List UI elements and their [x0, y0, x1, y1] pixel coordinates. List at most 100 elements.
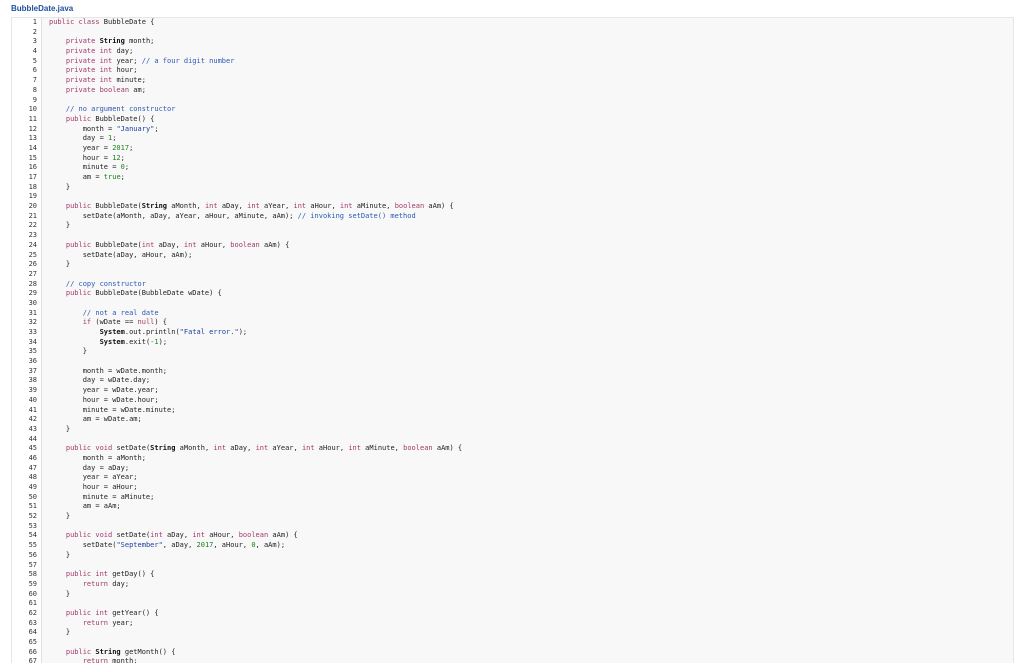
code-text[interactable]: public class BubbleDate { — [49, 18, 154, 28]
code-text[interactable]: setDate(aMonth, aDay, aYear, aHour, aMin… — [49, 212, 416, 222]
code-text[interactable]: public int getYear() { — [49, 609, 159, 619]
code-token: System — [99, 328, 125, 336]
code-token: ) { — [154, 318, 168, 327]
code-text[interactable]: } — [49, 551, 70, 561]
code-text[interactable]: } — [49, 512, 70, 522]
code-line: 41 minute = wDate.minute; — [12, 406, 1013, 416]
code-token: aAm) { — [432, 444, 463, 453]
code-line: 3 private String month; — [12, 37, 1013, 47]
code-token: hour; — [116, 66, 138, 75]
code-text[interactable]: year = 2017; — [49, 143, 134, 154]
code-text[interactable]: hour = aHour; — [49, 483, 138, 493]
line-number: 52 — [28, 512, 37, 521]
code-line: 51 am = aAm; — [12, 502, 1013, 512]
code-text[interactable]: } — [49, 425, 70, 435]
code-text[interactable]: setDate("September", aDay, 2017, aHour, … — [49, 541, 285, 551]
code-text[interactable]: year = aYear; — [49, 473, 138, 483]
code-text[interactable]: System.exit(-1); — [49, 338, 167, 348]
code-line: 11 public BubbleDate() { — [12, 115, 1013, 125]
code-text[interactable]: month = aMonth; — [49, 454, 146, 464]
line-number: 8 — [32, 85, 37, 94]
code-text[interactable]: day = aDay; — [49, 464, 129, 474]
code-token: aMinute, — [352, 202, 395, 211]
code-token: 2017 — [196, 541, 214, 550]
line-number: 67 — [28, 657, 37, 663]
line-number: 59 — [28, 579, 37, 588]
code-text[interactable]: minute = wDate.minute; — [49, 406, 176, 416]
code-text[interactable]: } — [49, 221, 70, 231]
code-text[interactable]: return year; — [49, 619, 134, 629]
code-text[interactable]: hour = wDate.hour; — [49, 396, 159, 406]
file-name-title[interactable]: BubbleDate.java — [11, 4, 73, 13]
code-token: aMinute, — [360, 444, 404, 453]
code-token: ); — [158, 337, 168, 346]
code-text[interactable]: am = true; — [49, 173, 125, 183]
code-line: 26 } — [12, 260, 1013, 270]
code-text[interactable]: return month; — [49, 657, 138, 663]
code-text[interactable]: public BubbleDate(BubbleDate wDate) { — [49, 289, 222, 299]
code-token: month; — [112, 657, 138, 663]
code-token: aYear, — [259, 202, 294, 211]
code-token: } — [49, 182, 71, 191]
line-number: 31 — [28, 308, 37, 317]
code-token: } — [49, 550, 71, 559]
code-text[interactable]: month = "January"; — [49, 125, 159, 135]
code-text[interactable]: am = wDate.am; — [49, 415, 142, 425]
code-text[interactable]: year = wDate.year; — [49, 386, 159, 396]
code-text[interactable]: } — [49, 590, 70, 600]
code-text[interactable]: } — [49, 628, 70, 638]
code-text[interactable]: month = wDate.month; — [49, 367, 167, 377]
code-token: } — [49, 347, 87, 356]
code-token: aYear, — [268, 444, 302, 453]
line-number: 26 — [28, 260, 37, 269]
code-text[interactable]: private int minute; — [49, 76, 146, 86]
code-text[interactable]: private int year; // a four digit number — [49, 57, 235, 67]
code-text[interactable]: private String month; — [49, 37, 155, 47]
code-line: 7 private int minute; — [12, 76, 1013, 86]
line-number: 55 — [28, 541, 37, 550]
code-text[interactable]: } — [49, 183, 70, 193]
code-token: public — [49, 240, 96, 249]
code-text[interactable]: } — [49, 347, 87, 357]
code-text[interactable]: day = wDate.day; — [49, 376, 150, 386]
code-line: 6 private int hour; — [12, 66, 1013, 76]
code-text[interactable]: public String getMonth() { — [49, 648, 176, 658]
code-token: System — [99, 337, 125, 346]
code-token: aDay, — [217, 202, 248, 211]
code-text[interactable]: public BubbleDate() { — [49, 115, 155, 125]
code-text[interactable]: public void setDate(String aMonth, int a… — [49, 444, 462, 454]
code-editor[interactable]: 1 public class BubbleDate {2 3 private Str… — [11, 17, 1014, 663]
code-text[interactable]: minute = aMinute; — [49, 493, 155, 503]
code-text[interactable]: minute = 0; — [49, 163, 129, 173]
code-text[interactable]: public BubbleDate(int aDay, int aHour, b… — [49, 241, 289, 251]
code-text[interactable]: am = aAm; — [49, 502, 121, 512]
code-text[interactable]: public BubbleDate(String aMonth, int aDa… — [49, 202, 454, 212]
code-token: am = aAm; — [49, 502, 121, 511]
code-text[interactable]: } — [49, 260, 70, 270]
code-text[interactable]: private int hour; — [49, 66, 138, 76]
code-text[interactable]: day = 1; — [49, 134, 117, 144]
code-token: 2017 — [112, 143, 130, 152]
code-text[interactable]: public void setDate(int aDay, int aHour,… — [49, 531, 298, 541]
code-line: 36 — [12, 357, 1013, 367]
line-number: 10 — [28, 105, 37, 114]
code-line: 42 am = wDate.am; — [12, 415, 1013, 425]
code-token: public int — [49, 608, 113, 617]
code-text[interactable]: private int day; — [49, 47, 133, 57]
code-text[interactable]: // no argument constructor — [49, 105, 176, 115]
code-token: public — [49, 202, 96, 211]
code-text[interactable]: public int getDay() { — [49, 570, 155, 580]
code-line: 19 — [12, 192, 1013, 202]
code-text[interactable]: return day; — [49, 580, 129, 590]
code-text[interactable]: setDate(aDay, aHour, aAm); — [49, 251, 193, 261]
line-number: 44 — [28, 434, 37, 443]
code-text[interactable]: System.out.println("Fatal error."); — [49, 328, 248, 338]
code-text[interactable]: // copy constructor — [49, 280, 146, 290]
line-number: 13 — [28, 134, 37, 143]
code-text[interactable]: hour = 12; — [49, 154, 125, 164]
code-text[interactable]: // not a real date — [49, 309, 159, 319]
code-text[interactable]: private boolean am; — [49, 86, 146, 96]
line-number: 30 — [28, 298, 37, 307]
code-line: 64 } — [12, 628, 1013, 638]
code-text[interactable]: if (wDate == null) { — [49, 318, 167, 328]
